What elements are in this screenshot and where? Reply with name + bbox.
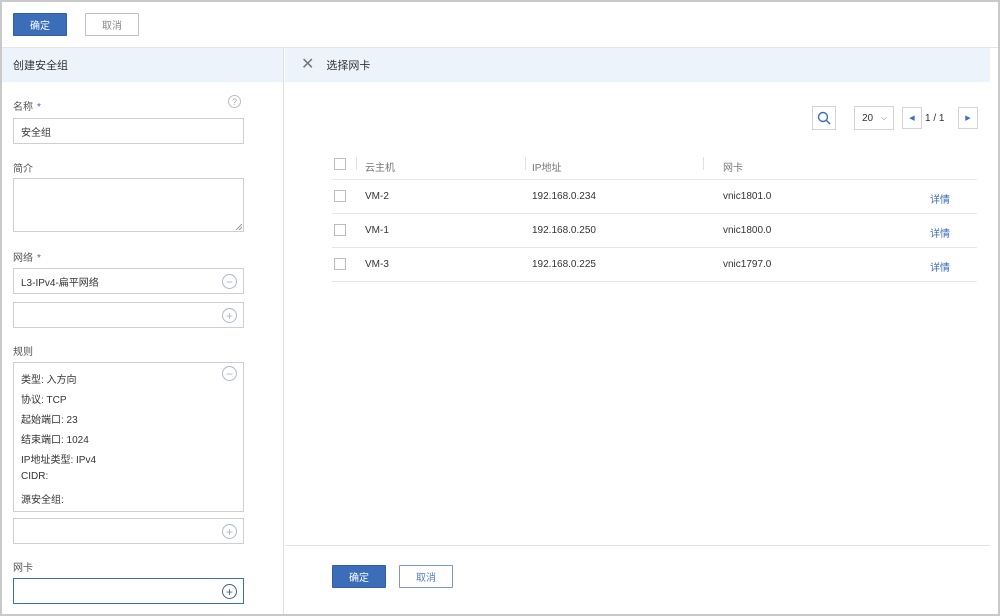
description-label: 简介 [13, 164, 33, 175]
description-textarea[interactable] [13, 178, 244, 232]
add-circle-icon[interactable]: + [222, 524, 237, 539]
remove-circle-icon[interactable]: − [222, 274, 237, 289]
table-row[interactable]: VM-3 192.168.0.225 vnic1797.0 详情 [332, 248, 977, 282]
panel-title: 创建安全组 [2, 48, 283, 82]
create-security-group-panel: 创建安全组 名称 * ? 安全组 简介 网络 * L3-IPv4-扁平网络 − + … [2, 48, 284, 614]
search-button[interactable] [812, 106, 836, 130]
page-size-value: 20 [862, 112, 874, 124]
panel-title: 选择网卡 [326, 60, 371, 72]
panel-header: ✕ 选择网卡 [285, 48, 990, 82]
rule-ip-type: IP地址类型: IPv4 [21, 455, 97, 466]
next-page-icon: ▶ [965, 115, 971, 122]
window: 确定 取消 创建安全组 名称 * ? 安全组 简介 网络 * L3-IPv4-扁平网… [0, 0, 1000, 616]
details-link[interactable]: 详情 [930, 225, 950, 240]
help-icon[interactable]: ? [228, 95, 241, 108]
page-indicator: 1 / 1 [925, 113, 945, 124]
prev-page-icon: ◀ [909, 115, 915, 122]
cancel-nic-button[interactable]: 取消 [399, 565, 453, 588]
cell-nic: vnic1800.0 [723, 225, 772, 236]
cell-ip: 192.168.0.250 [532, 225, 596, 236]
next-page-button[interactable]: ▶ [958, 107, 978, 129]
rule-source-group: 源安全组: [21, 495, 64, 506]
column-header-nic[interactable]: 网卡 [723, 159, 743, 174]
page-size-select[interactable]: 20 ⌵ [854, 106, 894, 130]
table-header: 云主机 IP地址 网卡 [332, 148, 977, 180]
remove-circle-icon[interactable]: − [222, 366, 237, 381]
network-value: L3-IPv4-扁平网络 [21, 277, 99, 289]
column-divider [525, 157, 526, 170]
column-header-vm[interactable]: 云主机 [365, 159, 395, 174]
row-checkbox[interactable] [334, 224, 346, 236]
rule-card: − 类型: 入方向 协议: TCP 起始端口: 23 结束端口: 1024 IP… [13, 362, 244, 512]
resize-handle-icon[interactable] [236, 224, 242, 230]
table-row[interactable]: VM-1 192.168.0.250 vnic1800.0 详情 [332, 214, 977, 248]
top-toolbar: 确定 取消 [2, 2, 998, 48]
rule-type: 类型: 入方向 [21, 375, 77, 386]
column-divider [703, 157, 704, 170]
add-circle-icon[interactable]: + [222, 308, 237, 323]
select-nic-panel: ✕ 选择网卡 20 ⌵ ◀ 1 / 1 ▶ 云主机 IP地址 网卡 VM-2 1… [285, 48, 990, 614]
name-label: 名称 * [13, 102, 41, 113]
cancel-button[interactable]: 取消 [85, 13, 139, 36]
confirm-nic-button[interactable]: 确定 [332, 565, 386, 588]
search-icon [817, 111, 831, 125]
rule-cidr: CIDR: [21, 471, 49, 482]
cell-ip: 192.168.0.234 [532, 191, 596, 202]
rule-start-port: 起始端口: 23 [21, 415, 78, 426]
table-row[interactable]: VM-2 192.168.0.234 vnic1801.0 详情 [332, 180, 977, 214]
cell-vm: VM-1 [365, 225, 389, 236]
rules-label: 规则 [13, 347, 33, 358]
prev-page-button[interactable]: ◀ [902, 107, 922, 129]
add-circle-icon[interactable]: + [222, 584, 237, 599]
row-checkbox[interactable] [334, 190, 346, 202]
chevron-down-icon: ⌵ [880, 113, 887, 122]
details-link[interactable]: 详情 [930, 259, 950, 274]
cell-nic: vnic1797.0 [723, 259, 772, 270]
rule-add-input[interactable]: + [13, 518, 244, 544]
network-input[interactable]: L3-IPv4-扁平网络 − [13, 268, 244, 294]
network-label: 网络 * [13, 253, 41, 264]
close-icon[interactable]: ✕ [301, 57, 314, 73]
cell-vm: VM-3 [365, 259, 389, 270]
row-checkbox[interactable] [334, 258, 346, 270]
nic-label: 网卡 [13, 563, 33, 574]
column-divider [356, 157, 357, 170]
cell-vm: VM-2 [365, 191, 389, 202]
select-all-checkbox[interactable] [334, 158, 346, 170]
cell-nic: vnic1801.0 [723, 191, 772, 202]
rule-end-port: 结束端口: 1024 [21, 435, 89, 446]
network-add-input[interactable]: + [13, 302, 244, 328]
name-input[interactable]: 安全组 [13, 118, 244, 144]
details-link[interactable]: 详情 [930, 191, 950, 206]
column-header-ip[interactable]: IP地址 [532, 159, 561, 174]
cell-ip: 192.168.0.225 [532, 259, 596, 270]
nic-input[interactable]: + [13, 578, 244, 604]
panel-footer: 确定 取消 [285, 545, 990, 614]
confirm-button[interactable]: 确定 [13, 13, 67, 36]
rule-protocol: 协议: TCP [21, 395, 67, 406]
